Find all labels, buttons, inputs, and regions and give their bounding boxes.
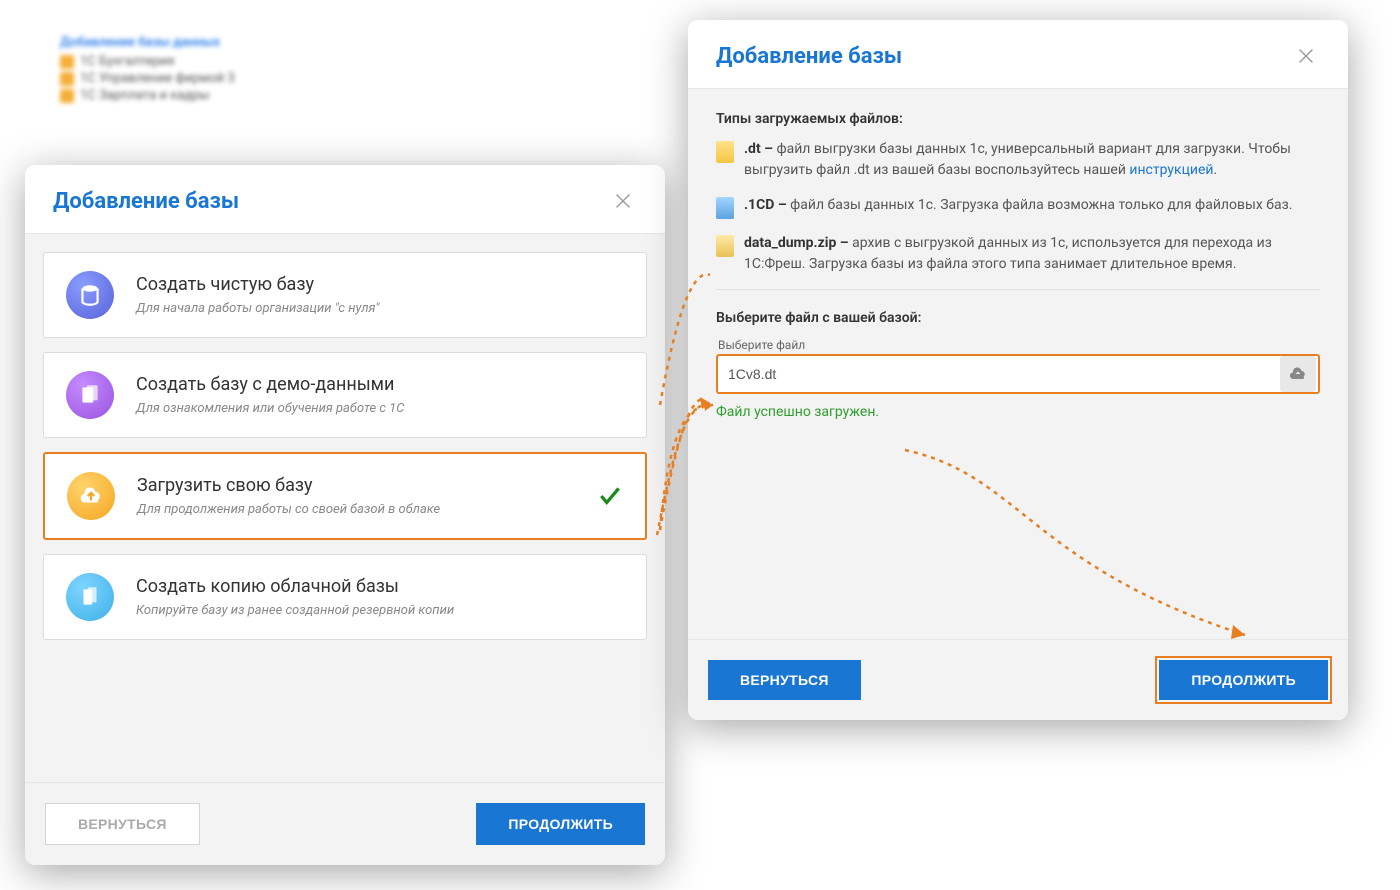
continue-button[interactable]: Продолжить xyxy=(1159,660,1328,700)
filetype-zip: data_dump.zip – архив с выгрузкой данных… xyxy=(716,233,1320,275)
option-upload-own[interactable]: Загрузить свою базу Для продолжения рабо… xyxy=(43,452,647,540)
filetype-desc: файл базы данных 1с. Загрузка файла возм… xyxy=(787,197,1293,213)
file-name-value[interactable] xyxy=(728,366,1278,382)
back-button[interactable]: Вернуться xyxy=(45,803,200,845)
filetype-label: .1CD – xyxy=(744,197,787,213)
file-dt-icon xyxy=(716,141,734,163)
cloud-upload-icon xyxy=(67,472,115,520)
option-copy-cloud[interactable]: Создать копию облачной базы Копируйте ба… xyxy=(43,554,647,640)
file-input[interactable] xyxy=(716,354,1320,394)
database-copy-icon xyxy=(66,573,114,621)
option-subtitle: Копируйте базу из ранее созданной резерв… xyxy=(136,603,624,618)
file-field-label: Выберите файл xyxy=(716,338,1320,352)
database-demo-icon xyxy=(66,371,114,419)
file-1cd-icon xyxy=(716,197,734,219)
choose-file-heading: Выберите файл с вашей базой: xyxy=(716,310,1320,326)
back-button[interactable]: Вернуться xyxy=(708,660,861,700)
option-create-demo[interactable]: Создать базу с демо-данными Для ознакомл… xyxy=(43,352,647,438)
background-blurred-list: Добавление базы данных 1С Бухгалтерия 1С… xyxy=(60,35,235,105)
option-title: Создать копию облачной базы xyxy=(136,576,624,597)
continue-button[interactable]: Продолжить xyxy=(476,803,645,845)
option-title: Загрузить свою базу xyxy=(137,475,587,496)
option-title: Создать чистую базу xyxy=(136,274,624,295)
dialog-title: Добавление базы xyxy=(53,189,239,214)
option-subtitle: Для продолжения работы со своей базой в … xyxy=(137,502,587,517)
upload-success-message: Файл успешно загружен. xyxy=(716,404,1320,420)
divider xyxy=(716,289,1320,290)
dialog-title: Добавление базы xyxy=(716,44,902,69)
filetype-1cd: .1CD – файл базы данных 1с. Загрузка фай… xyxy=(716,195,1320,219)
check-icon xyxy=(597,483,623,509)
database-icon xyxy=(66,271,114,319)
instruction-link[interactable]: инструкцией xyxy=(1129,162,1213,178)
option-subtitle: Для начала работы организации "с нуля" xyxy=(136,301,624,316)
add-database-dialog-step1: Добавление базы Создать чистую базу Для … xyxy=(25,165,665,865)
filetype-label: .dt – xyxy=(744,141,773,157)
close-icon[interactable] xyxy=(609,187,637,215)
filetype-label: data_dump.zip – xyxy=(744,235,849,251)
option-subtitle: Для ознакомления или обучения работе с 1… xyxy=(136,401,624,416)
option-create-empty[interactable]: Создать чистую базу Для начала работы ор… xyxy=(43,252,647,338)
option-title: Создать базу с демо-данными xyxy=(136,374,624,395)
filetype-dt: .dt – файл выгрузки базы данных 1с, унив… xyxy=(716,139,1320,181)
cloud-upload-icon[interactable] xyxy=(1280,356,1316,392)
add-database-dialog-step2: Добавление базы Типы загружаемых файлов:… xyxy=(688,20,1348,720)
filetypes-heading: Типы загружаемых файлов: xyxy=(716,111,1320,127)
file-zip-icon xyxy=(716,235,734,257)
close-icon[interactable] xyxy=(1292,42,1320,70)
